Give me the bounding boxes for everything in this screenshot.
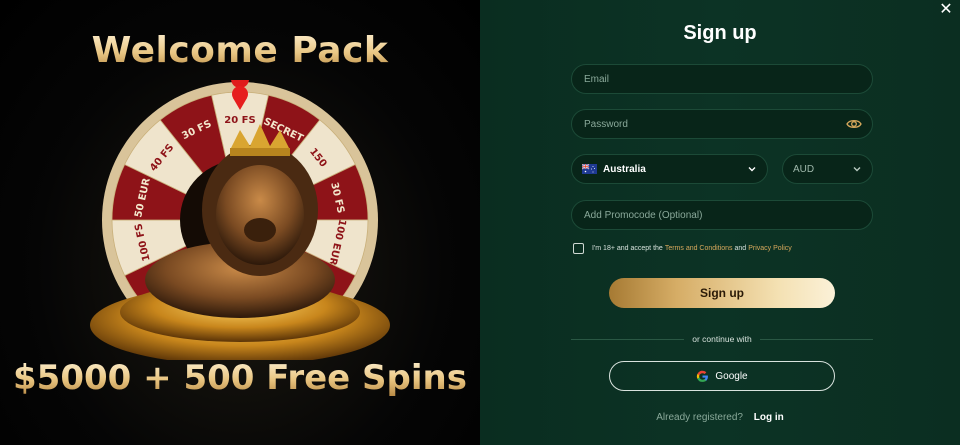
- divider-text: or continue with: [692, 334, 752, 344]
- close-icon[interactable]: ✕: [938, 2, 954, 18]
- promo-headline: Welcome Pack: [0, 30, 480, 71]
- australia-flag-icon: [582, 164, 597, 174]
- promocode-field[interactable]: [571, 200, 873, 230]
- currency-value: AUD: [793, 163, 815, 175]
- wheel-segment-label: 20 FS: [224, 115, 255, 126]
- login-prompt: Already registered?: [656, 412, 743, 423]
- promo-panel: Welcome Pack 20 FSSECRET15030 FS100 EUR2…: [0, 0, 480, 445]
- google-label: Google: [715, 370, 748, 382]
- login-link[interactable]: Log in: [754, 412, 784, 423]
- terms-text: I'm 18+ and accept the: [592, 245, 663, 252]
- promo-bonus-text: $5000 + 500 Free Spins: [0, 358, 480, 398]
- login-row: Already registered? Log in: [480, 412, 960, 423]
- prize-wheel-illustration: 20 FSSECRET15030 FS100 EUR20 FS30 FS10 E…: [90, 80, 390, 360]
- terms-link[interactable]: Terms and Conditions: [665, 245, 733, 252]
- email-input[interactable]: [582, 72, 862, 86]
- signup-panel: ✕ Sign up Email Australia AUD Add Promoc…: [480, 0, 960, 445]
- google-icon: [697, 370, 709, 382]
- currency-select[interactable]: AUD: [782, 154, 873, 184]
- password-input[interactable]: [582, 117, 846, 131]
- divider-line-right: [759, 338, 874, 340]
- terms-row: I'm 18+ and accept the Terms and Conditi…: [573, 243, 792, 254]
- terms-and-text: and: [734, 245, 747, 252]
- chevron-down-icon: [748, 167, 756, 172]
- google-button[interactable]: Google: [609, 361, 835, 391]
- email-field[interactable]: [571, 64, 873, 94]
- country-select[interactable]: Australia: [571, 154, 768, 184]
- privacy-link[interactable]: Privacy Policy: [748, 245, 792, 252]
- password-field[interactable]: [571, 109, 873, 139]
- divider: or continue with: [571, 332, 874, 346]
- eye-icon[interactable]: [846, 116, 862, 132]
- promocode-input[interactable]: [582, 208, 862, 222]
- signup-button[interactable]: Sign up: [609, 278, 835, 308]
- form-title: Sign up: [683, 22, 757, 44]
- terms-checkbox[interactable]: [573, 243, 584, 254]
- country-value: Australia: [603, 163, 646, 175]
- chevron-down-icon: [853, 167, 861, 172]
- divider-line-left: [571, 338, 685, 340]
